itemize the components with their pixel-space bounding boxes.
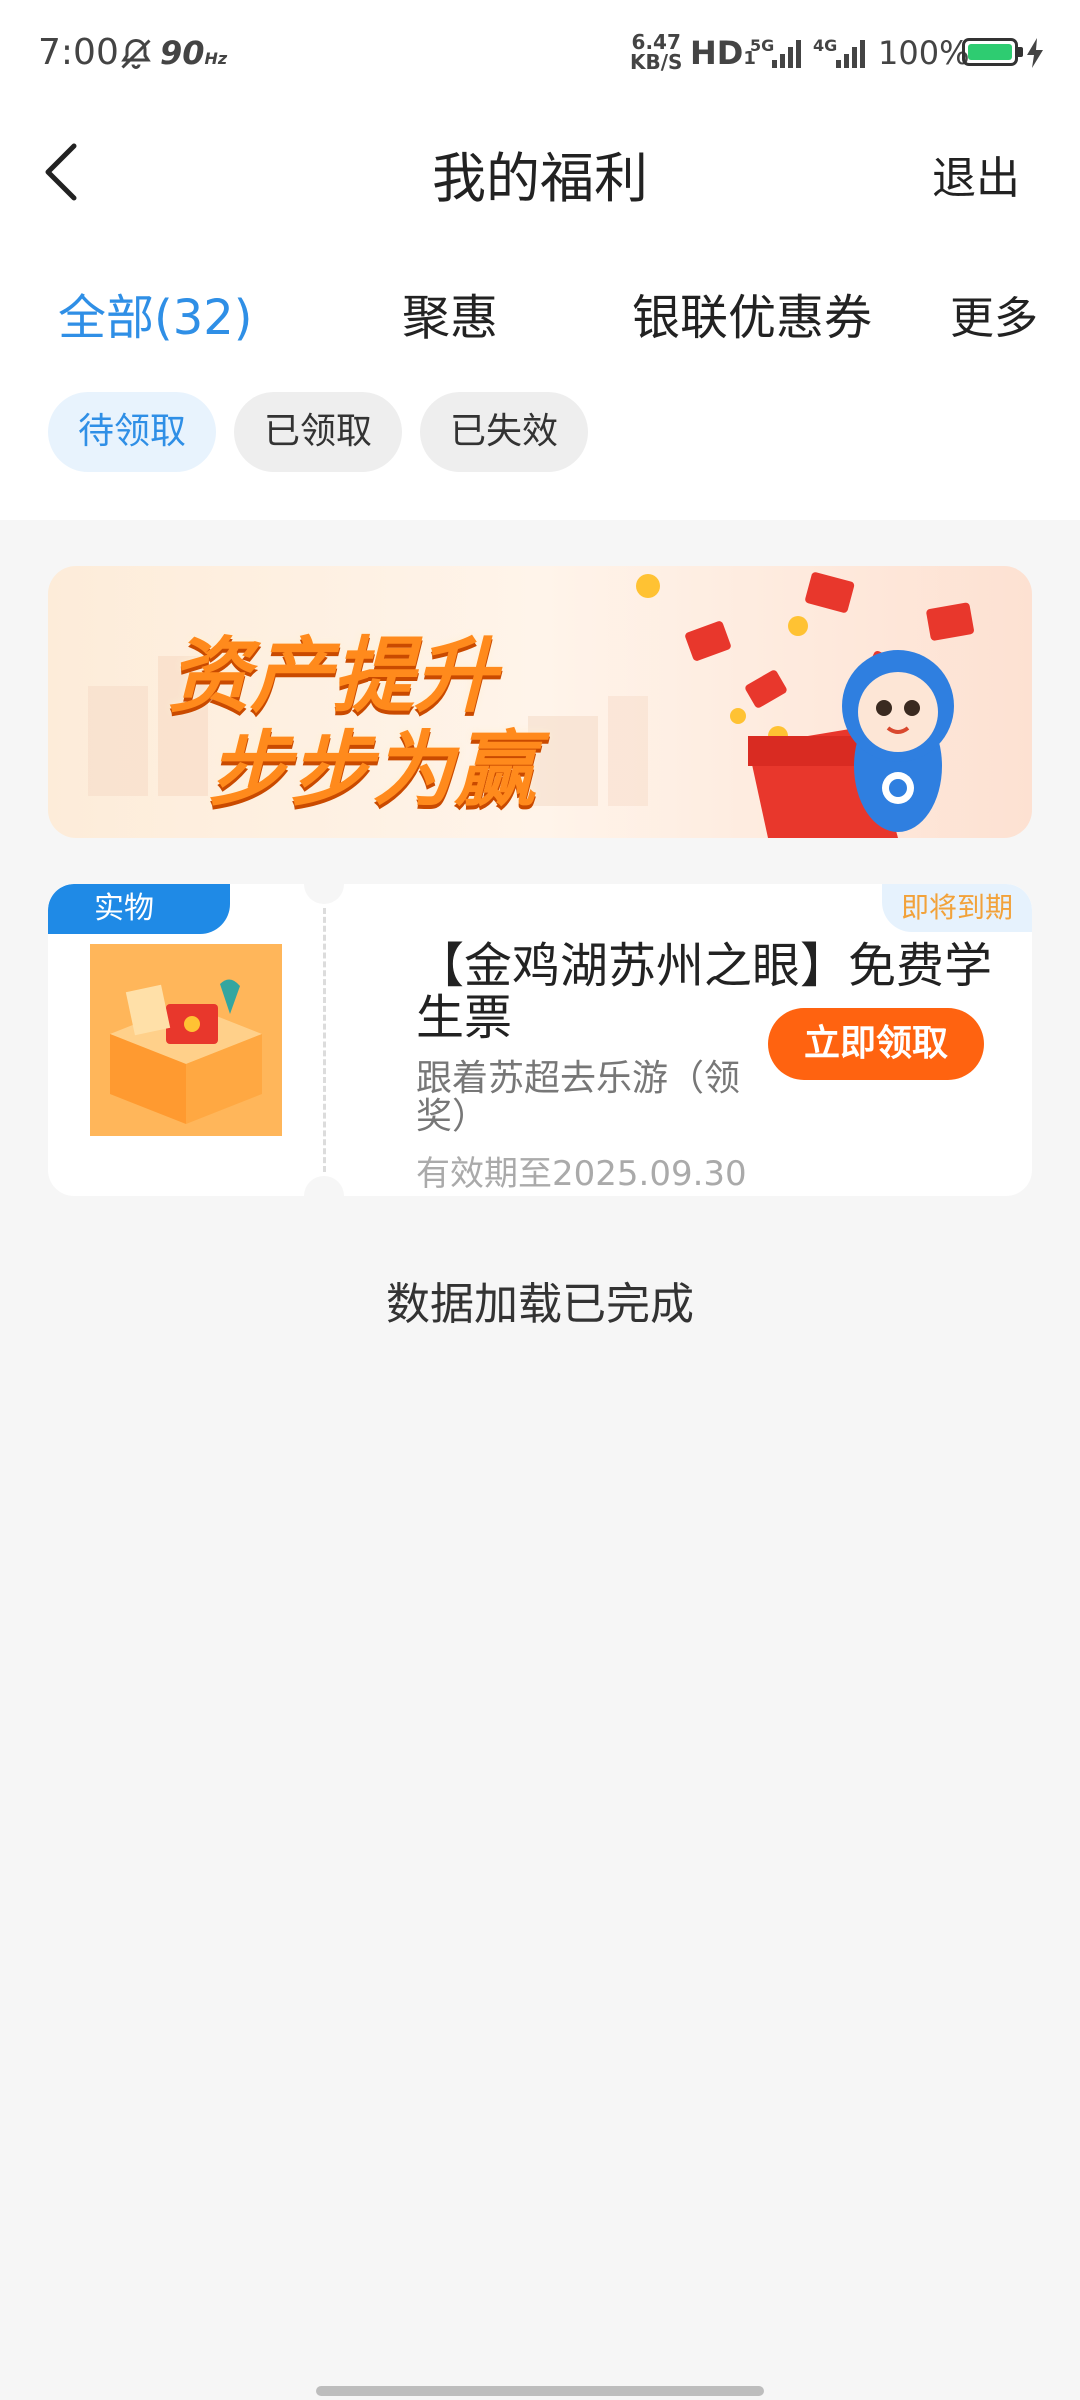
gift-box-image (90, 944, 282, 1136)
banner-slogan: 资产提升 步步为赢 (168, 630, 536, 818)
tab-unionpay-coupons[interactable]: 银联优惠券 (632, 278, 872, 348)
ticket-notch-top (304, 884, 344, 904)
refresh-rate: 90Hz (160, 34, 228, 72)
banner-line-2: 步步为赢 (208, 723, 536, 818)
validity-date: 有效期至2025.09.30 (416, 1154, 747, 1194)
status-bar: 7:00 90Hz 6.47 KB/S HD1 5G 4G 100% (0, 0, 1080, 110)
filter-pending[interactable]: 待领取 (48, 392, 216, 472)
tab-juhui[interactable]: 聚惠 (402, 278, 498, 348)
physical-tag: 实物 (48, 884, 230, 934)
ticket-notch-bottom (304, 1176, 344, 1196)
charging-icon (1027, 38, 1043, 68)
battery-icon (962, 38, 1018, 66)
prize-description: 跟着苏超去乐游（领奖） (416, 1058, 741, 1137)
page-title: 我的福利 (432, 147, 648, 210)
promo-banner[interactable]: 资产提升 步步为赢 (48, 566, 1032, 838)
exit-button[interactable]: 退出 (932, 142, 1020, 206)
filter-expired[interactable]: 已失效 (420, 392, 588, 472)
net-4g-label: 4G (813, 36, 838, 55)
claim-now-button[interactable]: 立即领取 (768, 1008, 984, 1080)
hd-indicator: HD1 (690, 34, 756, 72)
load-complete-text: 数据加载已完成 (386, 1279, 694, 1330)
filter-claimed[interactable]: 已领取 (234, 392, 402, 472)
battery-tip (1018, 47, 1023, 57)
signal-icon (772, 40, 801, 68)
tab-all[interactable]: 全部(32) (58, 278, 253, 348)
net-5g-label: 5G (750, 36, 775, 55)
expiring-badge: 即将到期 (882, 884, 1032, 932)
ticket-divider (323, 908, 326, 1172)
net-speed: 6.47 KB/S (630, 30, 683, 74)
signal-icon (836, 40, 865, 68)
home-indicator[interactable] (316, 2386, 764, 2396)
bell-muted-icon (118, 36, 154, 76)
banner-line-1: 资产提升 (168, 629, 496, 724)
battery-percent: 100% (878, 34, 970, 72)
status-time: 7:00 (38, 32, 119, 73)
tab-more[interactable]: 更多 (950, 282, 1038, 346)
prize-card: 实物 即将到期 【金鸡湖苏州之眼】免费学生票 跟着苏超去乐游（领奖） 有效期至2… (48, 884, 1032, 1196)
